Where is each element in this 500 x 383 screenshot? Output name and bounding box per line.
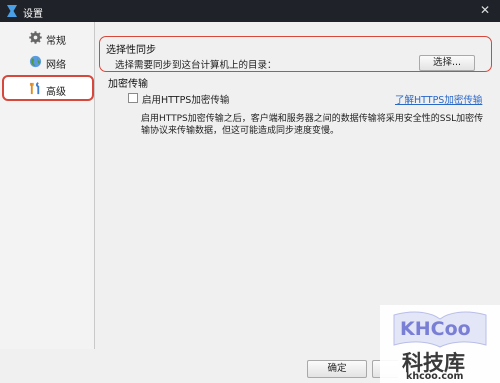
sidebar-item-advanced[interactable]: 高级 <box>2 75 94 101</box>
ok-button[interactable]: 确定 <box>307 360 367 378</box>
choose-folder-button[interactable]: 选择... <box>419 55 475 71</box>
sidebar-item-label: 网络 <box>46 60 66 71</box>
watermark-logo-text: KHCoo <box>400 318 471 340</box>
learn-https-link[interactable]: 了解HTTPS加密传输 <box>395 92 482 106</box>
watermark: KHCoo 科技库 khcoo.com <box>380 305 500 383</box>
globe-icon <box>29 55 42 68</box>
watermark-url: khcoo.com <box>406 371 464 382</box>
selective-sync-title: 选择性同步 <box>106 45 156 56</box>
settings-sidebar: 常规 网络 高级 <box>0 22 95 349</box>
https-description: 启用HTTPS加密传输之后，客户端和服务器之间的数据传输将采用安全性的SSL加密… <box>141 114 484 136</box>
gear-icon <box>29 31 42 44</box>
sidebar-item-label: 常规 <box>46 36 66 47</box>
window-title: 设置 <box>23 9 43 20</box>
app-logo-icon <box>7 5 17 17</box>
selective-sync-description: 选择需要同步到这台计算机上的目录： <box>115 60 277 71</box>
advanced-settings-panel: 选择性同步 选择需要同步到这台计算机上的目录： 选择... 加密传输 启用HTT… <box>96 22 500 349</box>
tools-icon <box>29 82 40 95</box>
encryption-section-title: 加密传输 <box>108 79 148 90</box>
sidebar-item-network[interactable]: 网络 <box>2 51 93 73</box>
title-bar: 设置 ✕ <box>0 0 500 22</box>
https-checkbox-label[interactable]: 启用HTTPS加密传输 <box>142 92 229 106</box>
sidebar-item-label: 高级 <box>46 87 66 98</box>
sidebar-item-general[interactable]: 常规 <box>2 27 93 49</box>
https-checkbox[interactable] <box>128 93 138 103</box>
close-button[interactable]: ✕ <box>478 3 492 17</box>
